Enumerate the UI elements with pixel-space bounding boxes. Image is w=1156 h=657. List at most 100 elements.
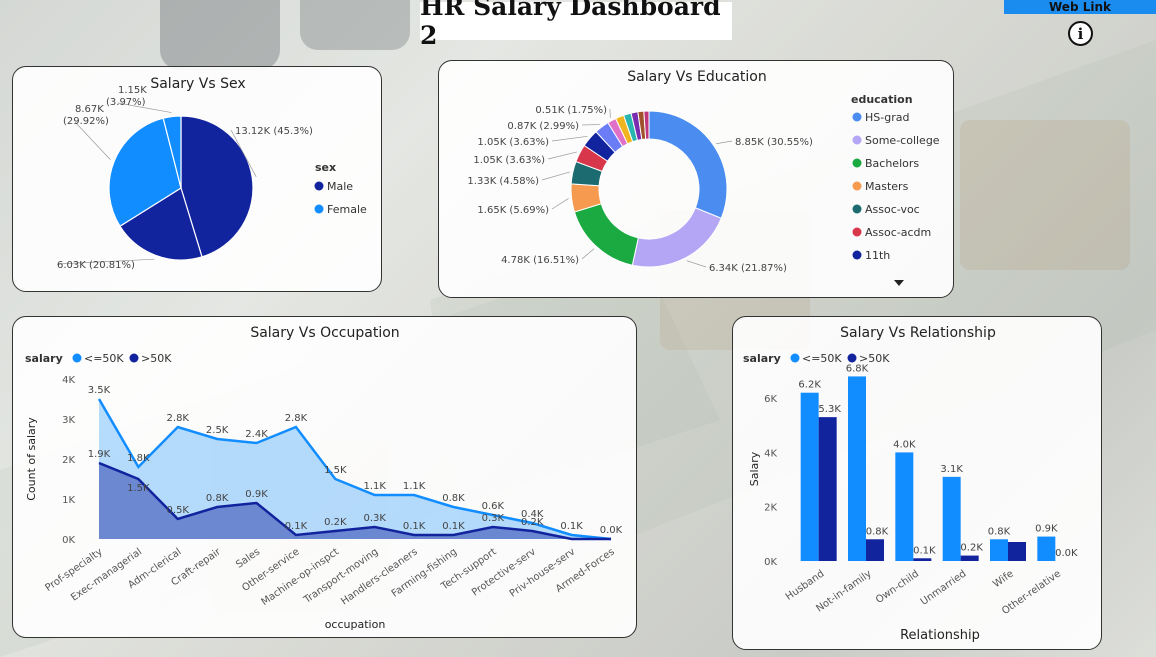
leader-line	[551, 198, 569, 210]
bar-not-in-family-gt50k[interactable]	[866, 539, 884, 561]
data-label: 2.5K	[206, 425, 229, 436]
leader-line	[541, 171, 570, 181]
legend-marker-some-college	[852, 135, 862, 145]
data-label: 8.85K (30.55%)	[735, 137, 813, 148]
donut-segment-bachelors[interactable]	[573, 203, 639, 266]
legend-label-male[interactable]: Male	[327, 180, 353, 193]
bar-unmarried-gt50k[interactable]	[960, 555, 979, 561]
data-label: 6.8K	[846, 363, 869, 374]
data-label: 6.03K (20.81%)	[57, 260, 135, 271]
x-tick-label: Husband	[784, 568, 827, 602]
x-axis-title: occupation	[325, 618, 386, 631]
data-label: 4.0K	[893, 439, 916, 450]
data-label: 1.1K	[363, 481, 386, 492]
legend-marker-rel-1	[847, 353, 857, 363]
info-circle-icon[interactable]: i	[1068, 21, 1093, 46]
data-label: 1.5K	[127, 483, 150, 494]
bar-other-relative-le50k[interactable]	[1037, 536, 1056, 561]
legend-marker-masters	[852, 181, 862, 191]
legend-label-assoc-voc[interactable]: Assoc-voc	[865, 203, 920, 216]
leader-line	[716, 140, 733, 145]
y-tick-label: 2K	[764, 503, 777, 514]
x-tick-label: Unmarried	[919, 568, 969, 607]
y-tick-label: 4K	[62, 375, 75, 386]
y-axis-title: Count of salary	[25, 417, 38, 501]
legend-marker-occ-1	[129, 353, 139, 363]
data-label: 0.6K	[482, 501, 505, 512]
data-label: 1.9K	[88, 449, 111, 460]
data-label: 5.3K	[818, 404, 841, 415]
bar-own-child-gt50k[interactable]	[913, 558, 932, 561]
data-label: 0.9K	[1035, 524, 1058, 535]
data-label: 1.1K	[403, 481, 426, 492]
bar-not-in-family-le50k[interactable]	[848, 376, 866, 561]
legend-label-11th[interactable]: 11th	[865, 249, 890, 262]
y-tick-label: 4K	[764, 448, 777, 459]
leader-line	[74, 121, 111, 160]
data-label: 1.65K (5.69%)	[477, 205, 549, 216]
data-label: 1.15K	[118, 85, 147, 96]
data-label: 1.8K	[127, 453, 150, 464]
page-title: HR Salary Dashboard 2	[420, 0, 732, 50]
y-tick-label: 0K	[62, 535, 75, 546]
bar-unmarried-le50k[interactable]	[942, 476, 961, 561]
donut-segment-some-college[interactable]	[631, 207, 722, 268]
data-label: 0.9K	[245, 489, 268, 500]
x-tick-label: Own-child	[874, 568, 921, 606]
legend-title: sex	[315, 161, 336, 174]
salary-vs-education-card: Salary Vs Education 8.85K (30.55%) 6.34K (…	[438, 60, 954, 298]
legend-label-hs-grad[interactable]: HS-grad	[865, 111, 909, 124]
bar-wife-le50k[interactable]	[990, 539, 1008, 561]
data-label: 2.4K	[245, 429, 268, 440]
data-label: 0.0K	[1055, 548, 1078, 559]
leader-line	[551, 135, 588, 142]
y-tick-label: 0K	[764, 557, 777, 568]
data-label: 0.1K	[285, 521, 308, 532]
legend-marker-occ-0	[72, 353, 82, 363]
legend-marker-assoc-voc	[852, 204, 862, 214]
legend-label[interactable]: <=50K	[802, 352, 842, 365]
salary-vs-education-chart: Salary Vs Education 8.85K (30.55%) 6.34K (…	[467, 69, 940, 286]
salary-vs-relationship-card: Salary Vs Relationship salary <=50K >50K 0K 2…	[732, 316, 1102, 650]
y-tick-label: 3K	[62, 415, 75, 426]
salary-vs-sex-chart: Salary Vs Sex 13.12K (45.3%) 6.03K (20.81%…	[56, 76, 367, 271]
data-label: 3.1K	[940, 464, 963, 475]
x-tick-label: Wife	[991, 568, 1015, 590]
bar-wife-gt50k[interactable]	[1008, 542, 1026, 561]
data-label: 0.0K	[600, 525, 623, 536]
data-label: 0.87K (2.99%)	[507, 121, 579, 132]
bar-own-child-le50k[interactable]	[895, 452, 914, 561]
web-link-panel[interactable]: Web Link i	[1004, 0, 1156, 52]
donut-segment-hs-grad[interactable]	[648, 110, 728, 219]
data-label: 2.8K	[167, 413, 190, 424]
bar-husband-le50k[interactable]	[800, 392, 819, 561]
legend-label[interactable]: >50K	[141, 352, 172, 365]
data-label: 1.05K (3.63%)	[477, 137, 549, 148]
data-label: (29.92%)	[63, 116, 109, 127]
data-label: 0.8K	[206, 493, 229, 504]
data-label: 0.8K	[988, 526, 1011, 537]
web-link-button[interactable]: Web Link	[1004, 0, 1156, 14]
data-label: 0.8K	[866, 526, 889, 537]
legend-marker-11th	[852, 250, 862, 260]
legend-title: education	[851, 93, 913, 106]
legend-label[interactable]: <=50K	[84, 352, 124, 365]
leader-line	[581, 248, 595, 260]
data-label: 2.8K	[285, 413, 308, 424]
data-label: 8.67K	[75, 104, 104, 115]
data-label: 1.5K	[324, 465, 347, 476]
legend-label-some-college[interactable]: Some-college	[865, 134, 940, 147]
bar-husband-gt50k[interactable]	[818, 417, 837, 561]
legend-label-bachelors[interactable]: Bachelors	[865, 157, 919, 170]
data-label: 0.8K	[442, 493, 465, 504]
legend-label-female[interactable]: Female	[327, 203, 367, 216]
salary-vs-occupation-chart: Salary Vs Occupation salary <=50K >50K 0K 1K 2…	[25, 325, 623, 631]
x-tick-label: Farming-fishing	[390, 546, 459, 599]
legend-label-masters[interactable]: Masters	[865, 180, 909, 193]
data-label: 0.1K	[913, 545, 936, 556]
data-label: 0.5K	[167, 505, 190, 516]
caret-down-icon[interactable]	[894, 280, 904, 286]
y-tick-label: 1K	[62, 495, 75, 506]
legend-label-assoc-acdm[interactable]: Assoc-acdm	[865, 226, 931, 239]
data-label: 0.1K	[442, 521, 465, 532]
